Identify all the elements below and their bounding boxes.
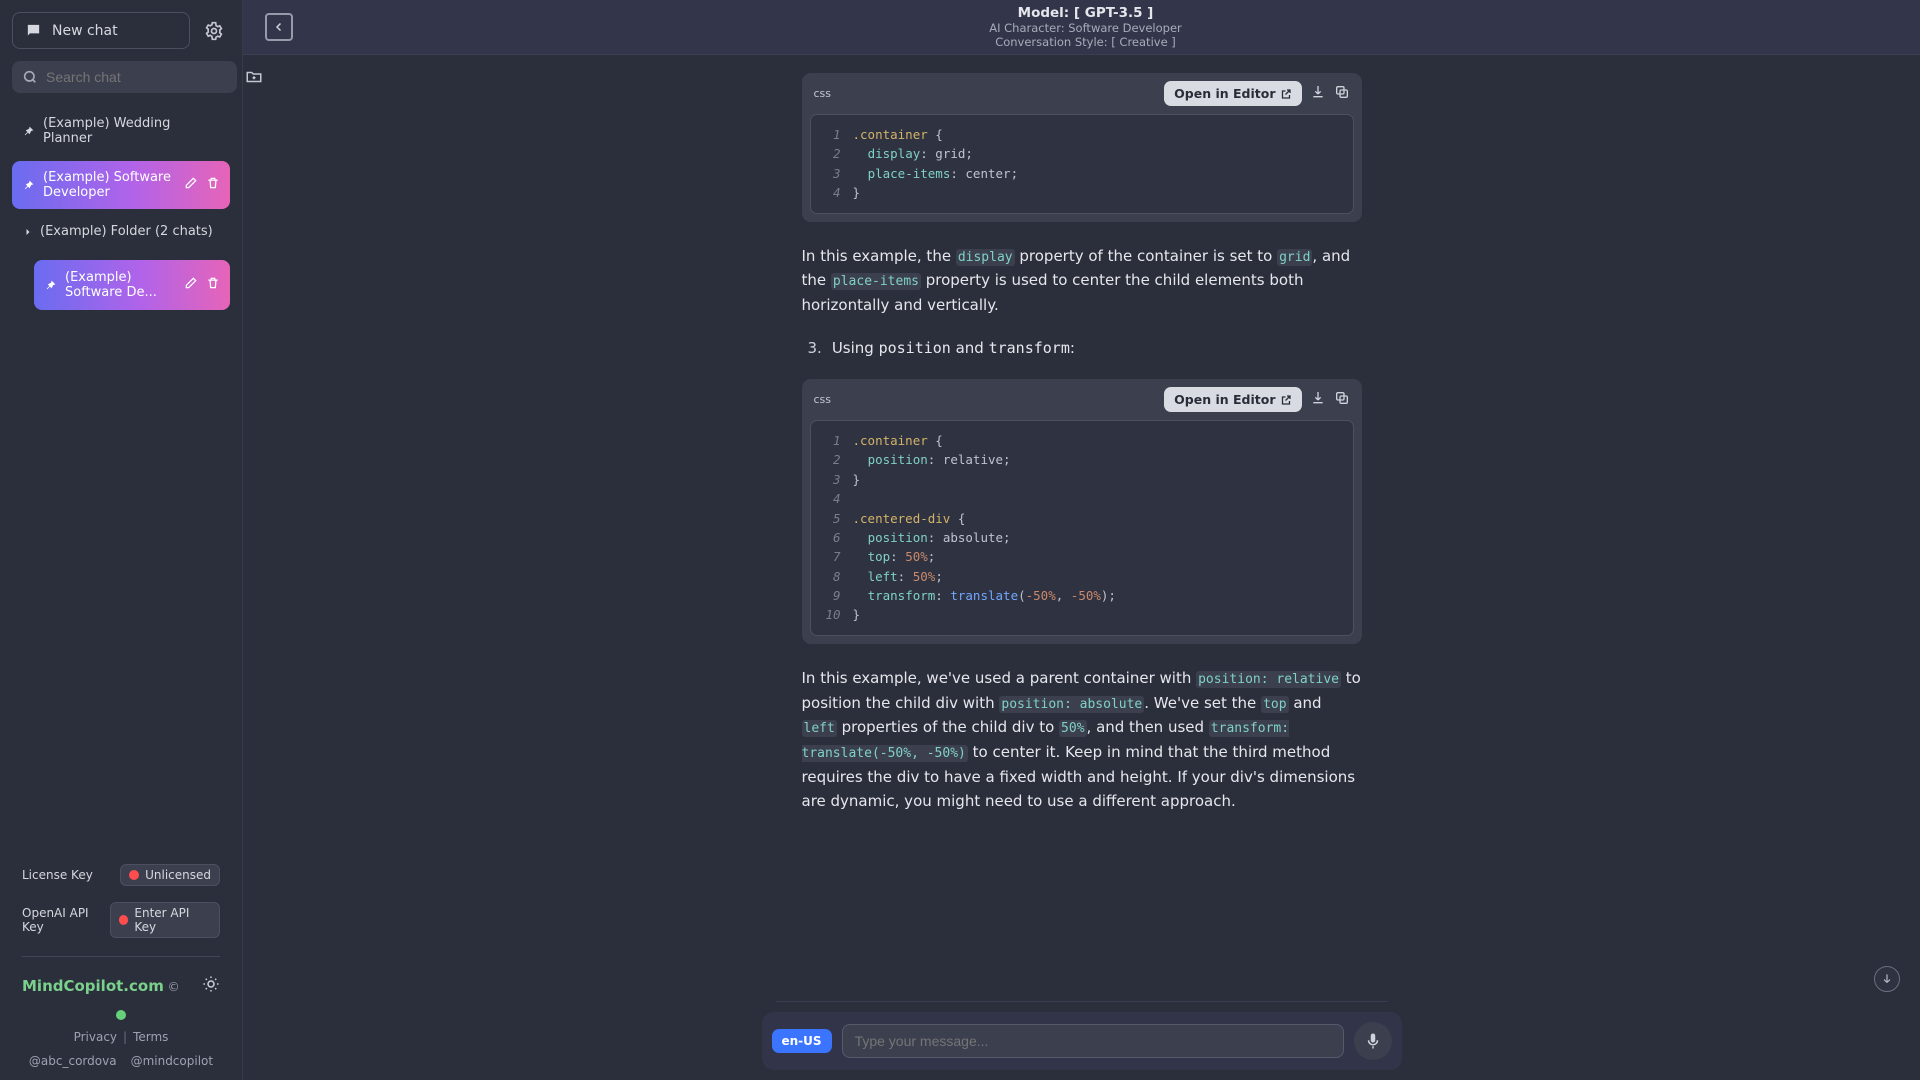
main: Model: [ GPT-3.5 ] AI Character: Softwar… [243,0,1920,1080]
chat-item-software-developer[interactable]: (Example) Software Developer [12,161,230,209]
external-link-icon [1280,88,1292,100]
inline-code: 50% [1059,720,1086,737]
inline-code: display [956,249,1015,266]
sidebar: New chat (Example) Wedding Planner [0,0,243,1080]
chat-bubble-icon [25,22,42,39]
edit-icon[interactable] [184,276,198,294]
character-label: AI Character: Software Developer [293,21,1878,35]
inline-code: position [879,339,951,357]
style-label: Conversation Style: [ Creative ] [293,35,1878,49]
api-key-button[interactable]: Enter API Key [110,902,220,938]
search-input[interactable] [46,69,227,85]
delete-icon[interactable] [206,176,220,194]
copy-button[interactable] [1334,390,1350,410]
copy-icon [1334,84,1350,100]
paragraph: In this example, the display property of… [802,244,1362,318]
list-item: 3. Using position and transform: [808,339,1362,357]
chat-scroll[interactable]: css Open in Editor 1.container { 2 displ… [243,55,1920,1080]
search-wrapper [12,61,237,93]
api-key-label: OpenAI API Key [22,906,110,934]
code-body: 1.container { 2 position: relative; 3} 4… [810,420,1354,636]
input-dock: en-US [762,1001,1402,1080]
inline-code: transform [989,339,1070,357]
code-block: css Open in Editor 1.container { 2 posit… [802,379,1362,644]
download-icon [1310,84,1326,100]
inline-code: left [802,720,837,737]
inline-code: top [1261,696,1288,713]
privacy-link[interactable]: Privacy [74,1030,117,1044]
open-in-editor-button[interactable]: Open in Editor [1164,81,1301,106]
code-block: css Open in Editor 1.container { 2 displ… [802,73,1362,222]
status-dot-icon [116,1010,126,1020]
brand-link[interactable]: MindCopilot.com [22,977,164,995]
copy-button[interactable] [1334,84,1350,104]
settings-button[interactable] [198,15,230,47]
dot-red-icon [119,915,129,925]
arrow-down-icon [1880,972,1894,986]
new-chat-button[interactable]: New chat [12,12,190,49]
code-body: 1.container { 2 display: grid; 3 place-i… [810,114,1354,214]
mic-button[interactable] [1354,1022,1392,1060]
open-in-editor-button[interactable]: Open in Editor [1164,387,1301,412]
chat-item-label: (Example) Software De... [65,270,176,300]
chat-list: (Example) Wedding Planner (Example) Soft… [12,107,230,310]
terms-link[interactable]: Terms [133,1030,168,1044]
gear-icon [204,21,224,41]
sidebar-bottom: License Key Unlicensed OpenAI API Key En… [12,860,230,1068]
pin-icon [44,279,57,292]
locale-button[interactable]: en-US [772,1029,832,1053]
paragraph: In this example, we've used a parent con… [802,666,1362,813]
dot-red-icon [129,870,139,880]
inline-code: position: relative [1196,671,1341,688]
model-label: Model: [ GPT-3.5 ] [293,5,1878,21]
license-status-button[interactable]: Unlicensed [120,864,220,886]
sidebar-collapse-button[interactable] [265,13,293,41]
inline-code: grid [1277,249,1312,266]
download-button[interactable] [1310,390,1326,410]
code-language-label: css [814,87,832,100]
chat-item-label: (Example) Software Developer [43,170,176,200]
search-icon [22,69,38,85]
divider [22,956,220,957]
handle-author[interactable]: @abc_cordova [29,1054,117,1068]
chat-folder[interactable]: (Example) Folder (2 chats) [12,215,230,248]
chat-folder-label: (Example) Folder (2 chats) [40,224,213,239]
edit-icon[interactable] [184,176,198,194]
external-link-icon [1280,394,1292,406]
pin-icon [22,179,35,192]
message-input[interactable] [842,1024,1344,1058]
chevron-left-icon [273,21,285,33]
delete-icon[interactable] [206,276,220,294]
topbar: Model: [ GPT-3.5 ] AI Character: Softwar… [243,0,1920,55]
download-button[interactable] [1310,84,1326,104]
chat-item-label: (Example) Wedding Planner [43,116,220,146]
sun-icon [202,975,220,993]
inline-code: place-items [831,273,921,290]
download-icon [1310,390,1326,406]
divider [776,1001,1388,1002]
theme-toggle-button[interactable] [202,975,220,996]
chevron-right-icon [22,226,34,238]
copy-icon [1334,390,1350,406]
code-language-label: css [814,393,832,406]
chat-item-nested[interactable]: (Example) Software De... [34,260,230,310]
pin-icon [22,125,35,138]
inline-code: position: absolute [999,696,1144,713]
scroll-to-bottom-button[interactable] [1874,966,1900,992]
license-key-label: License Key [22,868,93,882]
microphone-icon [1364,1032,1382,1050]
chat-item-wedding-planner[interactable]: (Example) Wedding Planner [12,107,230,155]
new-chat-label: New chat [52,23,118,39]
handle-product[interactable]: @mindcopilot [131,1054,214,1068]
copyright-icon: © [168,980,180,994]
